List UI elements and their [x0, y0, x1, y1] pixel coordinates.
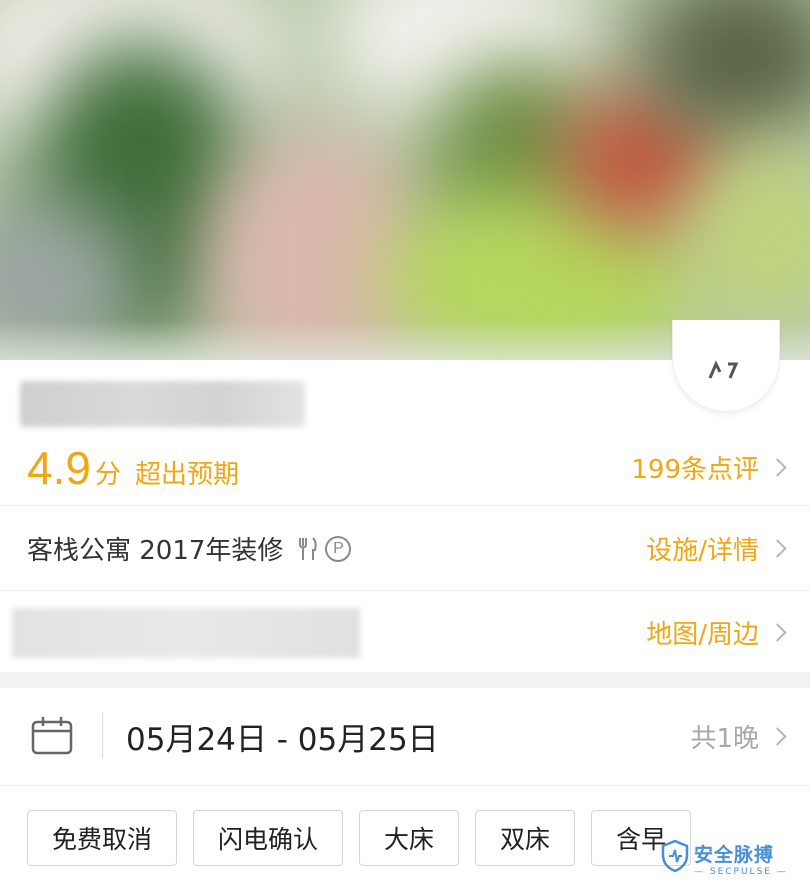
reviews-link[interactable]: 199条点评 [631, 430, 787, 505]
details-label: 设施/详情 [646, 536, 759, 566]
calendar-icon [30, 716, 74, 760]
restaurant-icon [297, 536, 319, 562]
hotel-photo[interactable] [0, 0, 810, 360]
tag-twin-bed[interactable]: 双床 [475, 810, 576, 866]
tag-free-cancel[interactable]: 免费取消 [27, 810, 178, 866]
watermark-subtitle: — SECPULSE — [694, 866, 788, 877]
tag-instant-confirm[interactable]: 闪电确认 [193, 810, 344, 866]
date-range[interactable]: 05月24日 - 05月25日 [126, 688, 439, 785]
filter-tags: 免费取消 闪电确认 大床 双床 含早 [27, 810, 707, 866]
rating-score-group: 4.9 分 超出预期 [27, 430, 239, 506]
share-icon [706, 350, 750, 388]
rating-description: 超出预期 [134, 459, 239, 490]
chevron-right-icon [768, 727, 787, 746]
reviews-count: 199条点评 [631, 455, 759, 485]
date-selector[interactable]: 05月24日 - 05月25日 共1晚 [0, 688, 810, 786]
chevron-right-icon [768, 622, 787, 642]
watermark-title: 安全脉搏 [694, 843, 775, 866]
address-row[interactable]: 地图/周边 [0, 592, 810, 672]
rating-score: 4.9 [27, 442, 91, 494]
details-link[interactable]: 设施/详情 [646, 507, 787, 590]
parking-icon: P [325, 535, 352, 562]
section-divider [0, 672, 810, 688]
address-redacted [12, 608, 360, 658]
map-label: 地图/周边 [646, 619, 759, 650]
facility-summary-group: 客栈公寓 2017年装修 P [27, 507, 352, 590]
chevron-right-icon [768, 458, 787, 477]
rating-row[interactable]: 4.9 分 超出预期 199条点评 [0, 430, 810, 506]
watermark-text: 安全脉搏 — SECPULSE — [694, 840, 788, 877]
date-divider [102, 712, 103, 758]
rating-unit: 分 [94, 459, 121, 490]
hotel-name-redacted [20, 381, 305, 427]
tag-king-bed[interactable]: 大床 [359, 810, 460, 866]
shield-icon [660, 839, 690, 877]
nights-info[interactable]: 共1晚 [690, 688, 787, 785]
chevron-right-icon [768, 539, 787, 558]
facility-summary: 客栈公寓 2017年装修 [27, 536, 284, 566]
nights-count: 共1晚 [690, 724, 759, 754]
map-link[interactable]: 地图/周边 [646, 592, 787, 672]
watermark: 安全脉搏 — SECPULSE — [660, 836, 800, 880]
facility-row[interactable]: 客栈公寓 2017年装修 P 设施/详情 [0, 507, 810, 591]
